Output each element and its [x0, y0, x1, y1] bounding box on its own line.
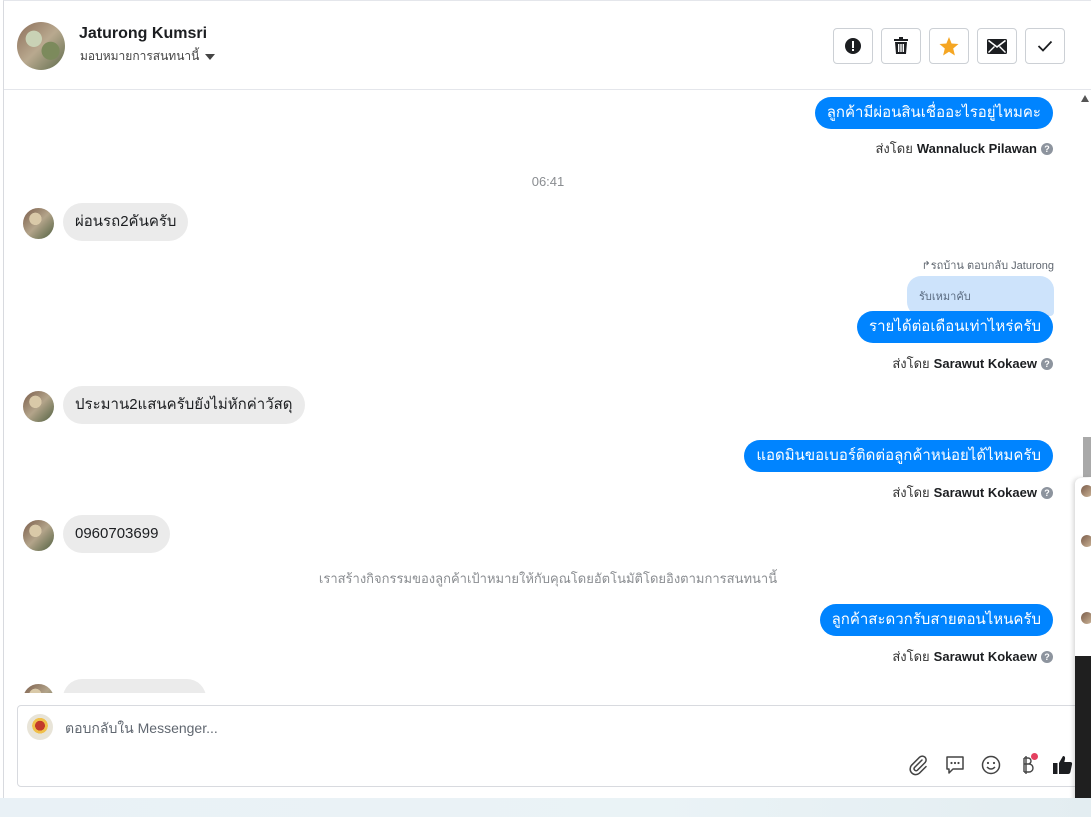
- contact-avatar-small[interactable]: [23, 391, 54, 422]
- star-icon: [939, 36, 959, 55]
- quoted-message[interactable]: รับเหมาคับ: [907, 276, 1054, 316]
- reply-arrow-icon: ↱: [921, 260, 931, 272]
- outgoing-message[interactable]: รายได้ต่อเดือนเท่าไหร่ครับ: [857, 311, 1053, 343]
- side-avatar[interactable]: [1081, 612, 1091, 624]
- saved-replies-button[interactable]: [943, 753, 967, 777]
- scrollbar-thumb[interactable]: [1083, 437, 1091, 477]
- incoming-message-partial[interactable]: [63, 679, 206, 693]
- emoji-icon: [981, 755, 1001, 775]
- emoji-button[interactable]: [979, 753, 1003, 777]
- side-avatar[interactable]: [1081, 485, 1091, 497]
- sent-by-label: ส่งโดย Sarawut Kokaew ?: [892, 353, 1053, 374]
- check-icon: [1037, 40, 1053, 52]
- sent-by-label: ส่งโดย Sarawut Kokaew ?: [892, 482, 1053, 503]
- sent-by-prefix: ส่งโดย: [892, 485, 930, 500]
- side-conversation-panel[interactable]: [1075, 478, 1091, 808]
- delete-button[interactable]: [881, 28, 921, 64]
- envelope-icon: [987, 38, 1007, 54]
- outgoing-message[interactable]: ลูกค้าสะดวกรับสายตอนไหนครับ: [819, 604, 1053, 636]
- page-avatar: [27, 714, 53, 740]
- reply-context: ↱รถบ้าน ตอบกลับ Jaturong: [921, 256, 1054, 274]
- payment-button[interactable]: [1015, 753, 1039, 777]
- inbox-conversation-panel: Jaturong Kumsri มอบหมายการสนทนานี้ ลูกค้…: [3, 0, 1091, 798]
- sender-name[interactable]: Sarawut Kokaew: [934, 649, 1037, 664]
- reply-meta-text: รถบ้าน ตอบกลับ Jaturong: [930, 260, 1054, 272]
- conversation-header: Jaturong Kumsri มอบหมายการสนทนานี้: [4, 1, 1091, 90]
- contact-avatar-small[interactable]: [23, 520, 54, 551]
- reply-input[interactable]: [65, 720, 865, 736]
- outgoing-message[interactable]: ลูกค้ามีผ่อนสินเชื่ออะไรอยู่ไหมคะ: [814, 97, 1053, 129]
- sent-by-label: ส่งโดย Sarawut Kokaew ?: [892, 646, 1053, 667]
- incoming-message[interactable]: 0960703699: [63, 515, 171, 553]
- incoming-message[interactable]: ประมาน2แสนครับยังไม่หักค่าวัสดุ: [63, 386, 305, 424]
- mark-spam-button[interactable]: [833, 28, 873, 64]
- sent-by-label: ส่งโดย Wannaluck Pilawan ?: [875, 138, 1053, 159]
- caret-down-icon: [205, 53, 216, 60]
- trash-icon: [894, 37, 908, 54]
- mark-done-button[interactable]: [1025, 28, 1065, 64]
- sender-name[interactable]: Wannaluck Pilawan: [917, 141, 1037, 156]
- system-notice: เราสร้างกิจกรรมของลูกค้าเป้าหมายให้กับคุ…: [318, 571, 778, 586]
- side-avatar[interactable]: [1081, 535, 1091, 547]
- side-panel-dark-section: [1075, 656, 1091, 808]
- help-icon[interactable]: ?: [1041, 486, 1053, 499]
- saved-reply-icon: [946, 756, 964, 774]
- incoming-message[interactable]: ผ่อนรถ2คันครับ: [63, 203, 189, 241]
- mark-unread-button[interactable]: [977, 28, 1017, 64]
- help-icon[interactable]: ?: [1041, 650, 1053, 663]
- notification-dot: [1031, 753, 1038, 760]
- timestamp: 06:41: [531, 174, 565, 189]
- like-icon: [1053, 756, 1073, 774]
- spam-icon: [845, 38, 861, 54]
- help-icon[interactable]: ?: [1041, 142, 1053, 155]
- sent-by-prefix: ส่งโดย: [892, 356, 930, 371]
- page-bottom-strip: [0, 798, 1091, 817]
- assign-conversation-dropdown[interactable]: มอบหมายการสนทนานี้: [80, 47, 216, 66]
- attach-button[interactable]: [906, 753, 930, 777]
- contact-avatar-small[interactable]: [23, 208, 54, 239]
- contact-avatar-small[interactable]: [23, 684, 54, 693]
- sender-name[interactable]: Sarawut Kokaew: [934, 356, 1037, 371]
- outgoing-message[interactable]: แอดมินขอเบอร์ติดต่อลูกค้าหน่อยได้ไหมครับ: [744, 440, 1053, 472]
- like-button[interactable]: [1051, 753, 1075, 777]
- contact-avatar[interactable]: [17, 22, 65, 70]
- scroll-up-arrow[interactable]: [1081, 95, 1089, 102]
- sent-by-prefix: ส่งโดย: [875, 141, 913, 156]
- reply-composer: [17, 705, 1079, 787]
- assign-label: มอบหมายการสนทนานี้: [80, 49, 200, 63]
- message-thread[interactable]: ลูกค้ามีผ่อนสินเชื่ออะไรอยู่ไหมคะ ส่งโดย…: [4, 91, 1074, 693]
- sender-name[interactable]: Sarawut Kokaew: [934, 485, 1037, 500]
- contact-name[interactable]: Jaturong Kumsri: [79, 25, 207, 43]
- paperclip-icon: [909, 755, 927, 776]
- star-button[interactable]: [929, 28, 969, 64]
- sent-by-prefix: ส่งโดย: [892, 649, 930, 664]
- help-icon[interactable]: ?: [1041, 357, 1053, 370]
